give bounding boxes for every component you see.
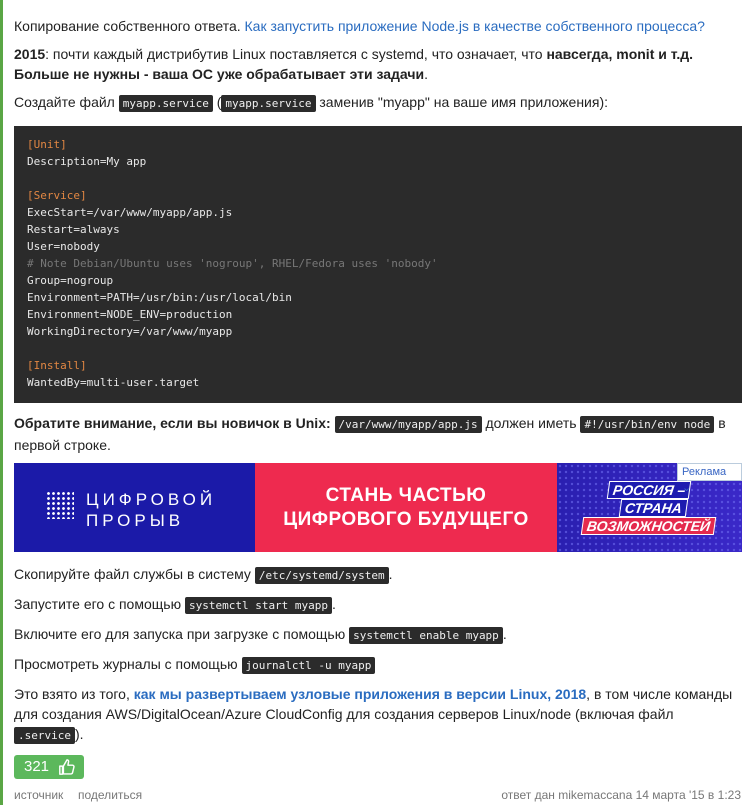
step-copy: Скопируйте файл службы в систему /etc/sy… bbox=[14, 564, 742, 594]
code-line: [Install] bbox=[27, 359, 87, 372]
inline-code-myapp-service-2: myapp.service bbox=[221, 95, 316, 112]
code-line: [Unit] bbox=[27, 138, 67, 151]
brand-logo-icon bbox=[46, 491, 74, 519]
step-text: Скопируйте файл службы в систему bbox=[14, 566, 251, 582]
deploy-guide-link[interactable]: как мы развертываем узловые приложения в… bbox=[134, 686, 586, 702]
note-paragraph: Обратите внимание, если вы новичок в Uni… bbox=[14, 413, 742, 455]
step-end: . bbox=[502, 626, 507, 642]
step-start: Запустите его с помощью systemctl start … bbox=[14, 594, 742, 624]
code-line: Restart=always bbox=[27, 223, 120, 236]
source-paragraph: Это взято из того, как мы развертываем у… bbox=[14, 684, 742, 746]
code-line: WantedBy=multi-user.target bbox=[27, 376, 200, 389]
ad-slogan-line1: СТАНЬ ЧАСТЬЮ bbox=[325, 485, 487, 506]
code-line: Environment=NODE_ENV=production bbox=[27, 308, 233, 321]
code-block: [Unit] Description=My app [Service] ExecSta… bbox=[14, 126, 742, 403]
ad-slogan-line2: ЦИФРОВОГО БУДУЩЕГО bbox=[283, 509, 529, 530]
ad-panel-slogan bbox=[255, 463, 557, 552]
inline-code-journalctl: journalctl -u myapp bbox=[241, 657, 376, 674]
note-mid: должен иметь bbox=[485, 415, 577, 431]
code-line: Environment=PATH=/usr/bin:/usr/local/bin bbox=[27, 291, 292, 304]
ad-label-dropdown[interactable]: Реклама ⌄ bbox=[677, 463, 742, 494]
note-end-line2: первой строке. bbox=[14, 437, 111, 453]
systemd-text: : почти каждый дистрибутив Linux поставл… bbox=[45, 46, 547, 62]
create-file-paragraph: Создайте файл myapp.service (myapp.servi… bbox=[14, 92, 742, 114]
answered-info: ответ дан mikemaccana 14 марта '15 в 1:2… bbox=[501, 788, 741, 802]
code-line: WorkingDirectory=/var/www/myapp bbox=[27, 325, 233, 338]
create-file-text-end: заменив "myapp" на ваше имя приложения): bbox=[319, 94, 609, 110]
share-link[interactable]: поделиться bbox=[78, 788, 142, 802]
answer-body: Копирование собственного ответа. Как зап… bbox=[14, 16, 742, 114]
inline-code-myapp-service: myapp.service bbox=[118, 95, 213, 112]
thumbs-up-icon bbox=[59, 759, 75, 775]
code-line: User=nobody bbox=[27, 240, 100, 253]
ad-brand-line1: ЦИФРОВОЙ bbox=[86, 490, 217, 509]
ad-banner[interactable]: ЦИФРОВОЙ ПРОРЫВ СТАНЬ ЧАСТЬЮ ЦИФРОВОГО Б… bbox=[14, 463, 742, 552]
year-label: 2015 bbox=[14, 46, 46, 62]
vote-count: 321 bbox=[24, 758, 50, 775]
code-line: # Note Debian/Ubuntu uses 'nogroup', RHE… bbox=[27, 257, 438, 270]
note-bold: Обратите внимание, если вы новичок в Uni… bbox=[14, 415, 331, 431]
ad-tag-opportunities: ВОЗМОЖНОСТЕЙ bbox=[580, 517, 717, 535]
ad-tag-country: СТРАНА bbox=[618, 499, 689, 517]
inline-code-systemctl-start: systemctl start myapp bbox=[184, 597, 333, 614]
systemd-paragraph: 2015: почти каждый дистрибутив Linux пос… bbox=[14, 44, 742, 84]
note-end: в bbox=[718, 415, 726, 431]
code-line: Description=My app bbox=[27, 155, 147, 168]
inline-code-systemctl-enable: systemctl enable myapp bbox=[349, 627, 503, 644]
intro-prefix: Копирование собственного ответа. bbox=[14, 18, 241, 34]
ad-tag-russia: РОССИЯ – bbox=[606, 481, 692, 499]
step-text: Запустите его с помощью bbox=[14, 596, 182, 612]
ad-brand-line2: ПРОРЫВ bbox=[86, 511, 185, 530]
inline-code-shebang: #!/usr/bin/env node bbox=[580, 416, 715, 433]
step-text: Просмотреть журналы с помощью bbox=[14, 656, 238, 672]
source-link[interactable]: источник bbox=[14, 788, 63, 802]
step-text: Включите его для запуска при загрузке с … bbox=[14, 626, 346, 642]
source-text: Это взято из того, bbox=[14, 686, 130, 702]
original-question-link[interactable]: Как запустить приложение Node.js в качес… bbox=[245, 18, 705, 34]
create-file-text: Создайте файл bbox=[14, 94, 115, 110]
code-line: ExecStart=/var/www/myapp/app.js bbox=[27, 206, 233, 219]
step-enable: Включите его для запуска при загрузке с … bbox=[14, 624, 742, 654]
code-line: Group=nogroup bbox=[27, 274, 114, 287]
code-line: [Service] bbox=[27, 189, 87, 202]
inline-code-app-path: /var/www/myapp/app.js bbox=[334, 416, 482, 433]
step-end: . bbox=[332, 596, 336, 612]
step-end: . bbox=[388, 566, 393, 582]
inline-code-systemd-path: /etc/systemd/system bbox=[254, 567, 389, 584]
answer-accepted-bar bbox=[0, 0, 3, 805]
systemd-end: . bbox=[424, 66, 428, 82]
intro-paragraph: Копирование собственного ответа. Как зап… bbox=[14, 16, 742, 36]
steps-list: Скопируйте файл службы в систему /etc/sy… bbox=[14, 564, 742, 684]
source-text-end: ). bbox=[74, 726, 84, 742]
inline-code-service-ext: .service bbox=[14, 727, 75, 744]
upvote-button[interactable]: 321 bbox=[14, 755, 84, 779]
step-logs: Просмотреть журналы с помощью journalctl… bbox=[14, 654, 742, 684]
